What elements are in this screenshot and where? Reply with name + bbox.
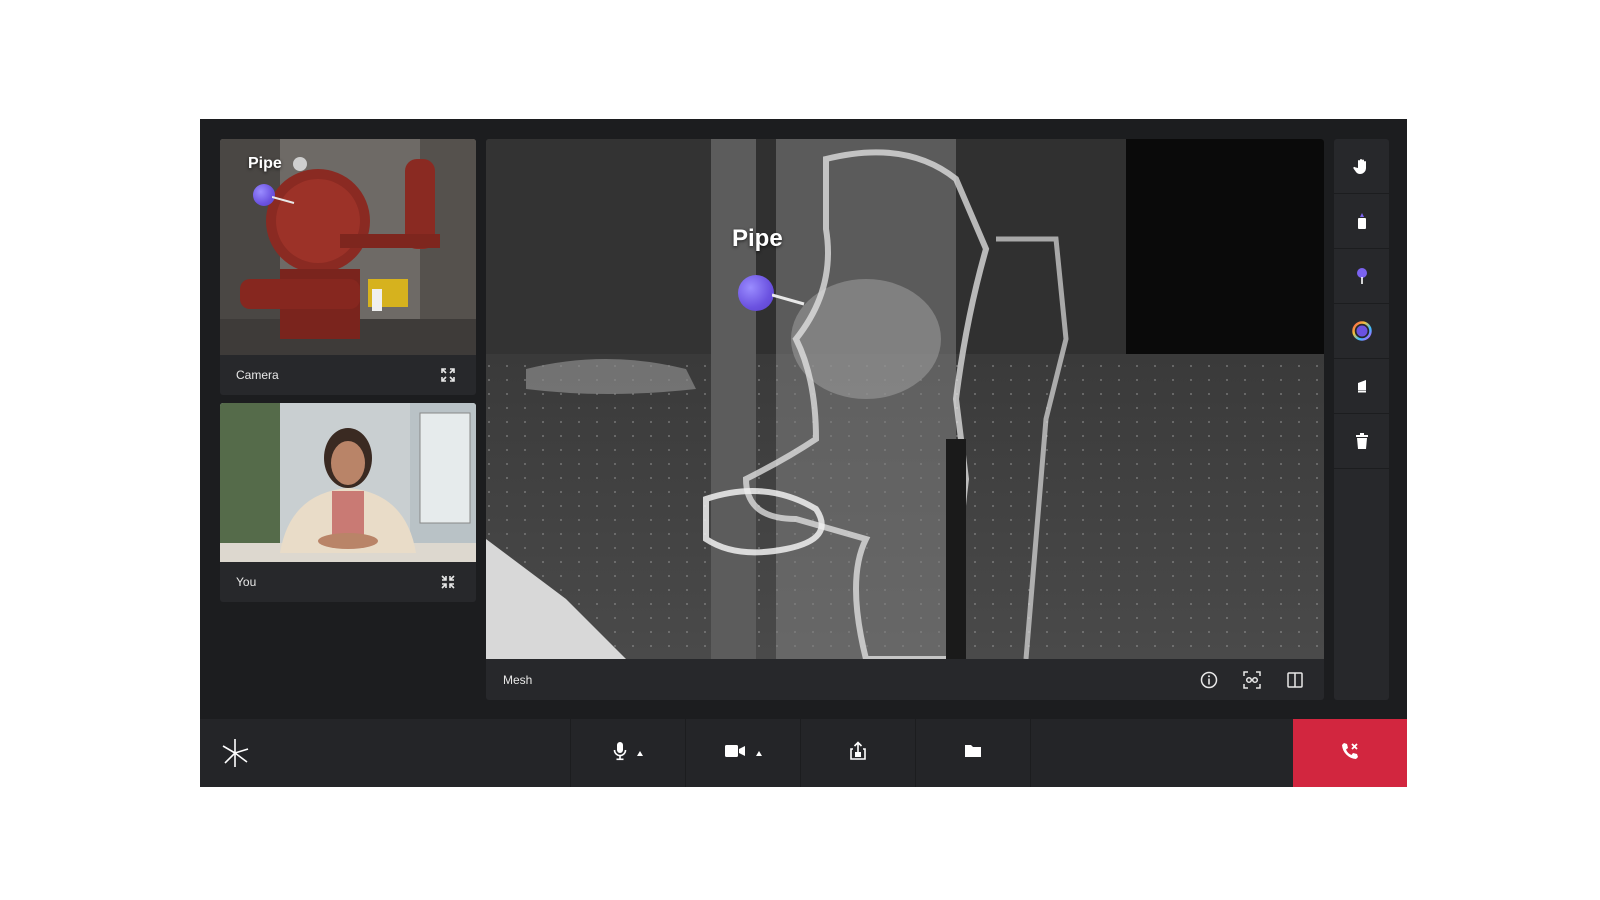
camera-label-bar: Camera (220, 355, 476, 395)
expand-icon[interactable] (436, 363, 460, 387)
microphone-icon (613, 741, 627, 766)
mesh-label-bar: Mesh (486, 659, 1324, 700)
share-button[interactable] (800, 719, 915, 787)
self-video-feed (220, 403, 476, 562)
camera-pin-stem (272, 196, 295, 204)
mesh-pin-label: Pipe (732, 225, 783, 252)
hand-icon[interactable] (1334, 139, 1389, 194)
end-call-button[interactable] (1293, 719, 1407, 787)
tool-rail (1334, 139, 1389, 700)
you-label-bar: You (220, 562, 476, 602)
you-label: You (236, 575, 257, 589)
mesh-label: Mesh (503, 672, 533, 687)
mesh-pin-dot[interactable] (738, 275, 774, 311)
video-options-caret[interactable] (756, 750, 762, 756)
camera-pin-label: Pipe (248, 155, 282, 172)
mesh-render[interactable]: Pipe (486, 139, 1324, 659)
marker-icon[interactable] (1334, 194, 1389, 249)
call-control-bar (200, 719, 1407, 787)
share-icon (849, 740, 867, 766)
camera-label: Camera (236, 368, 279, 382)
video-camera-icon (724, 743, 746, 764)
microphone-options-caret[interactable] (637, 750, 643, 756)
you-tile[interactable]: You (220, 403, 476, 602)
info-icon[interactable] (1197, 668, 1221, 692)
face-scan-icon[interactable] (1240, 668, 1264, 692)
collapse-icon[interactable] (436, 570, 460, 594)
files-button[interactable] (915, 719, 1030, 787)
microphone-button[interactable] (570, 719, 685, 787)
mesh-view[interactable]: Pipe Mesh (486, 139, 1324, 700)
split-view-icon[interactable] (1283, 668, 1307, 692)
trash-icon[interactable] (1334, 414, 1389, 469)
folder-icon (964, 743, 982, 764)
eraser-icon[interactable] (1334, 359, 1389, 414)
pin-icon[interactable] (1334, 249, 1389, 304)
video-button[interactable] (685, 719, 800, 787)
color-picker-icon[interactable] (1334, 304, 1389, 359)
mesh-pin-stem (772, 293, 805, 306)
end-call-icon (1340, 741, 1360, 766)
camera-tile[interactable]: Pipe Camera (220, 139, 476, 395)
app-window: Pipe Camera You Pipe Mesh (200, 119, 1407, 787)
asterisk-logo-icon (220, 737, 250, 769)
camera-feed: Pipe (220, 139, 476, 355)
toolbar-spacer (1030, 719, 1293, 787)
